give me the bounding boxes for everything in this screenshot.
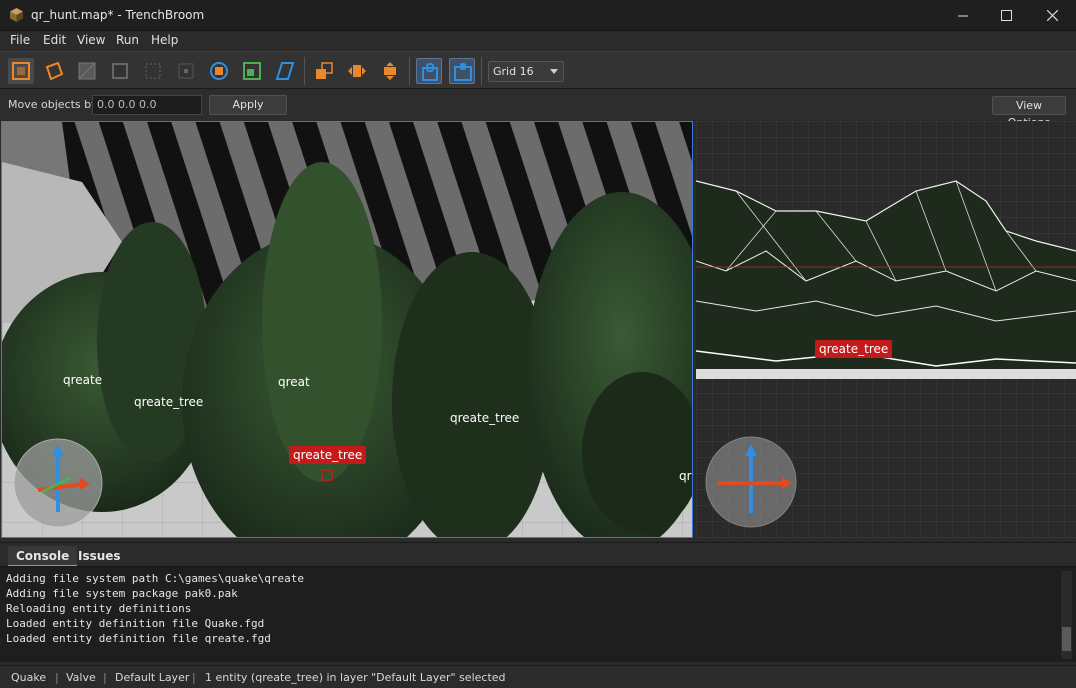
title-bar: qr_hunt.map* - TrenchBroom [0,0,1076,31]
console-line: Adding file system package pak0.pak [6,587,238,600]
grid-size-select[interactable]: Grid 16 [488,61,564,82]
minimize-button[interactable] [940,0,986,31]
status-separator: | [103,671,107,684]
scale-tool-button[interactable] [239,58,265,84]
rotate-tool-button[interactable] [206,58,232,84]
maximize-icon [1000,10,1012,21]
entity-label[interactable]: qreate_tree [450,411,519,425]
grid-size-value: Grid 16 [493,65,534,78]
texture-lock-button[interactable] [416,58,442,84]
viewport-3d-scene [2,122,692,537]
select-tool-button[interactable] [8,58,34,84]
select-tool-icon [12,62,30,80]
status-separator: | [192,671,196,684]
console-tab-bar: Console Issues [0,542,1076,567]
flip-vertical-button[interactable] [377,58,403,84]
toolbar-separator [304,57,305,85]
tab-issues[interactable]: Issues [70,546,129,567]
menu-file[interactable]: File [10,33,30,47]
entity-label[interactable]: qreate [63,373,102,387]
move-objects-bar: Move objects by 0.0 0.0 0.0 Apply View O… [0,90,1076,129]
status-layer: Default Layer [115,671,190,684]
trenchbroom-app-icon [10,8,23,22]
duplicate-button[interactable] [311,58,337,84]
status-map-format: Valve [66,671,96,684]
minimize-icon [958,15,968,16]
tab-console[interactable]: Console [8,546,78,567]
menu-run[interactable]: Run [116,33,139,47]
console-line: Adding file system path C:\games\quake\q… [6,572,305,585]
move-objects-input[interactable]: 0.0 0.0 0.0 [92,95,202,115]
menu-view[interactable]: View [77,33,105,47]
toolbar-separator [481,57,482,85]
entity-label[interactable]: qreat [278,375,310,389]
scale-tool-icon [243,62,261,80]
status-separator: | [55,671,59,684]
apply-button[interactable]: Apply [209,95,287,115]
console-line: Loaded entity definition file Quake.fgd [6,617,265,630]
flip-horizontal-button[interactable] [344,58,370,84]
console-line: Loaded entity definition file qreate.fgd [6,632,271,645]
view-options-button[interactable]: View Options [992,96,1066,129]
entity-label[interactable]: qr [679,469,692,483]
viewport-2d-scene [696,121,1076,538]
uv-lock-icon [454,63,472,81]
shear-tool-button[interactable] [272,58,298,84]
brush-tool-icon [45,61,64,81]
viewport-2d[interactable]: qreate_tree [696,121,1076,538]
toolbar-separator [409,57,410,85]
status-bar: Quake | Valve | Default Layer | 1 entity… [0,665,1076,688]
face-tool-button[interactable] [74,58,100,84]
point-tool-icon [178,63,194,79]
entity-label[interactable]: qreate_tree [134,395,203,409]
vertex-tool-button[interactable] [107,58,133,84]
shear-tool-icon [275,62,295,80]
status-selection: 1 entity (qreate_tree) in layer "Default… [205,671,506,684]
window-title: qr_hunt.map* - TrenchBroom [31,8,205,22]
viewport-3d[interactable]: qreate qreate_tree qreat qreate_tree qr … [1,121,693,538]
brush-tool-button[interactable] [41,58,67,84]
menu-help[interactable]: Help [151,33,178,47]
point-tool-button[interactable] [173,58,199,84]
face-tool-icon [78,62,96,80]
selected-entity-label[interactable]: qreate_tree [289,446,367,464]
chevron-down-icon [550,69,558,74]
duplicate-icon [316,62,333,79]
menu-bar: File Edit View Run Help [0,31,1076,51]
scrollbar-thumb[interactable] [1062,627,1071,651]
status-game: Quake [11,671,47,684]
texture-lock-icon [422,63,438,81]
uv-lock-button[interactable] [449,58,475,84]
rotate-tool-icon [210,62,228,80]
flip-vertical-icon [384,62,396,80]
close-icon [1046,10,1058,21]
close-button[interactable] [1029,0,1075,31]
toolbar: Grid 16 [0,51,1076,89]
vertex-tool-icon [112,63,128,79]
flip-horizontal-icon [348,65,366,77]
edge-tool-button[interactable] [140,58,166,84]
move-objects-label: Move objects by [8,98,98,111]
console-scrollbar[interactable] [1061,571,1072,659]
selected-entity-label-2d[interactable]: qreate_tree [815,340,893,358]
console-output[interactable]: Adding file system path C:\games\quake\q… [0,566,1076,662]
maximize-button[interactable] [983,0,1029,31]
menu-edit[interactable]: Edit [43,33,66,47]
edge-tool-icon [145,63,161,79]
console-line: Reloading entity definitions [6,602,192,615]
